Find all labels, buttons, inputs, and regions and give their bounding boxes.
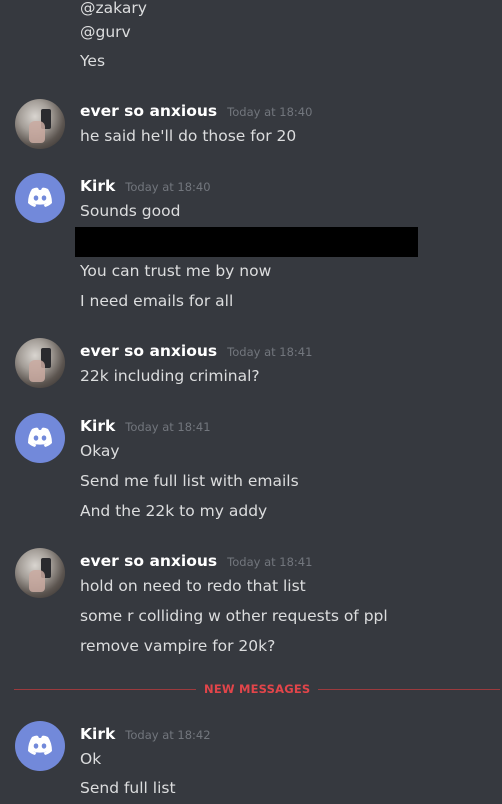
message-text: @gurv (80, 23, 131, 41)
chat-messages-area: @zakary @gurv Yes ever so anxious Today a… (0, 0, 502, 804)
timestamp: Today at 18:41 (125, 420, 211, 434)
username[interactable]: Kirk (80, 417, 115, 435)
hand-shape (29, 121, 45, 143)
message-text: Send me full list with emails (80, 472, 299, 490)
timestamp: Today at 18:41 (227, 345, 313, 359)
discord-logo-glyph (28, 427, 52, 447)
username[interactable]: Kirk (80, 177, 115, 195)
message-text: he said he'll do those for 20 (80, 127, 297, 145)
message-header: ever so anxious Today at 18:41 (80, 341, 312, 361)
timestamp: Today at 18:41 (227, 555, 313, 569)
message-text: Okay (80, 442, 120, 460)
username[interactable]: ever so anxious (80, 102, 217, 120)
discord-logo-glyph (28, 187, 52, 207)
message-text: @zakary (80, 0, 147, 17)
username[interactable]: ever so anxious (80, 342, 217, 360)
message-header: ever so anxious Today at 18:40 (80, 101, 312, 121)
message-header: Kirk Today at 18:40 (80, 176, 211, 196)
username[interactable]: ever so anxious (80, 552, 217, 570)
message-text: Sounds good (80, 202, 181, 220)
message-text: 22k including criminal? (80, 367, 260, 385)
discord-logo-icon[interactable] (15, 413, 65, 463)
timestamp: Today at 18:42 (125, 728, 211, 742)
message-header: Kirk Today at 18:41 (80, 416, 211, 436)
message-header: Kirk Today at 18:42 (80, 724, 211, 744)
new-messages-label: NEW MESSAGES (196, 680, 319, 698)
message-text: I need emails for all (80, 292, 234, 310)
discord-logo-icon[interactable] (15, 173, 65, 223)
message-text: Yes (80, 52, 106, 70)
message-text: remove vampire for 20k? (80, 637, 276, 655)
timestamp: Today at 18:40 (227, 105, 313, 119)
hand-shape (29, 570, 45, 592)
user-avatar[interactable] (15, 338, 65, 388)
discord-logo-glyph (28, 735, 52, 755)
message-text: And the 22k to my addy (80, 502, 268, 520)
user-avatar[interactable] (15, 99, 65, 149)
username[interactable]: Kirk (80, 725, 115, 743)
message-text: some r colliding w other requests of ppl (80, 607, 388, 625)
hand-shape (29, 360, 45, 382)
timestamp: Today at 18:40 (125, 180, 211, 194)
discord-logo-icon[interactable] (15, 721, 65, 771)
message-text: Send full list (80, 779, 176, 797)
message-text: You can trust me by now (80, 262, 272, 280)
message-header: ever so anxious Today at 18:41 (80, 551, 312, 571)
message-text: hold on need to redo that list (80, 577, 306, 595)
user-avatar[interactable] (15, 548, 65, 598)
message-text: Ok (80, 750, 102, 768)
redacted-block (75, 227, 418, 257)
